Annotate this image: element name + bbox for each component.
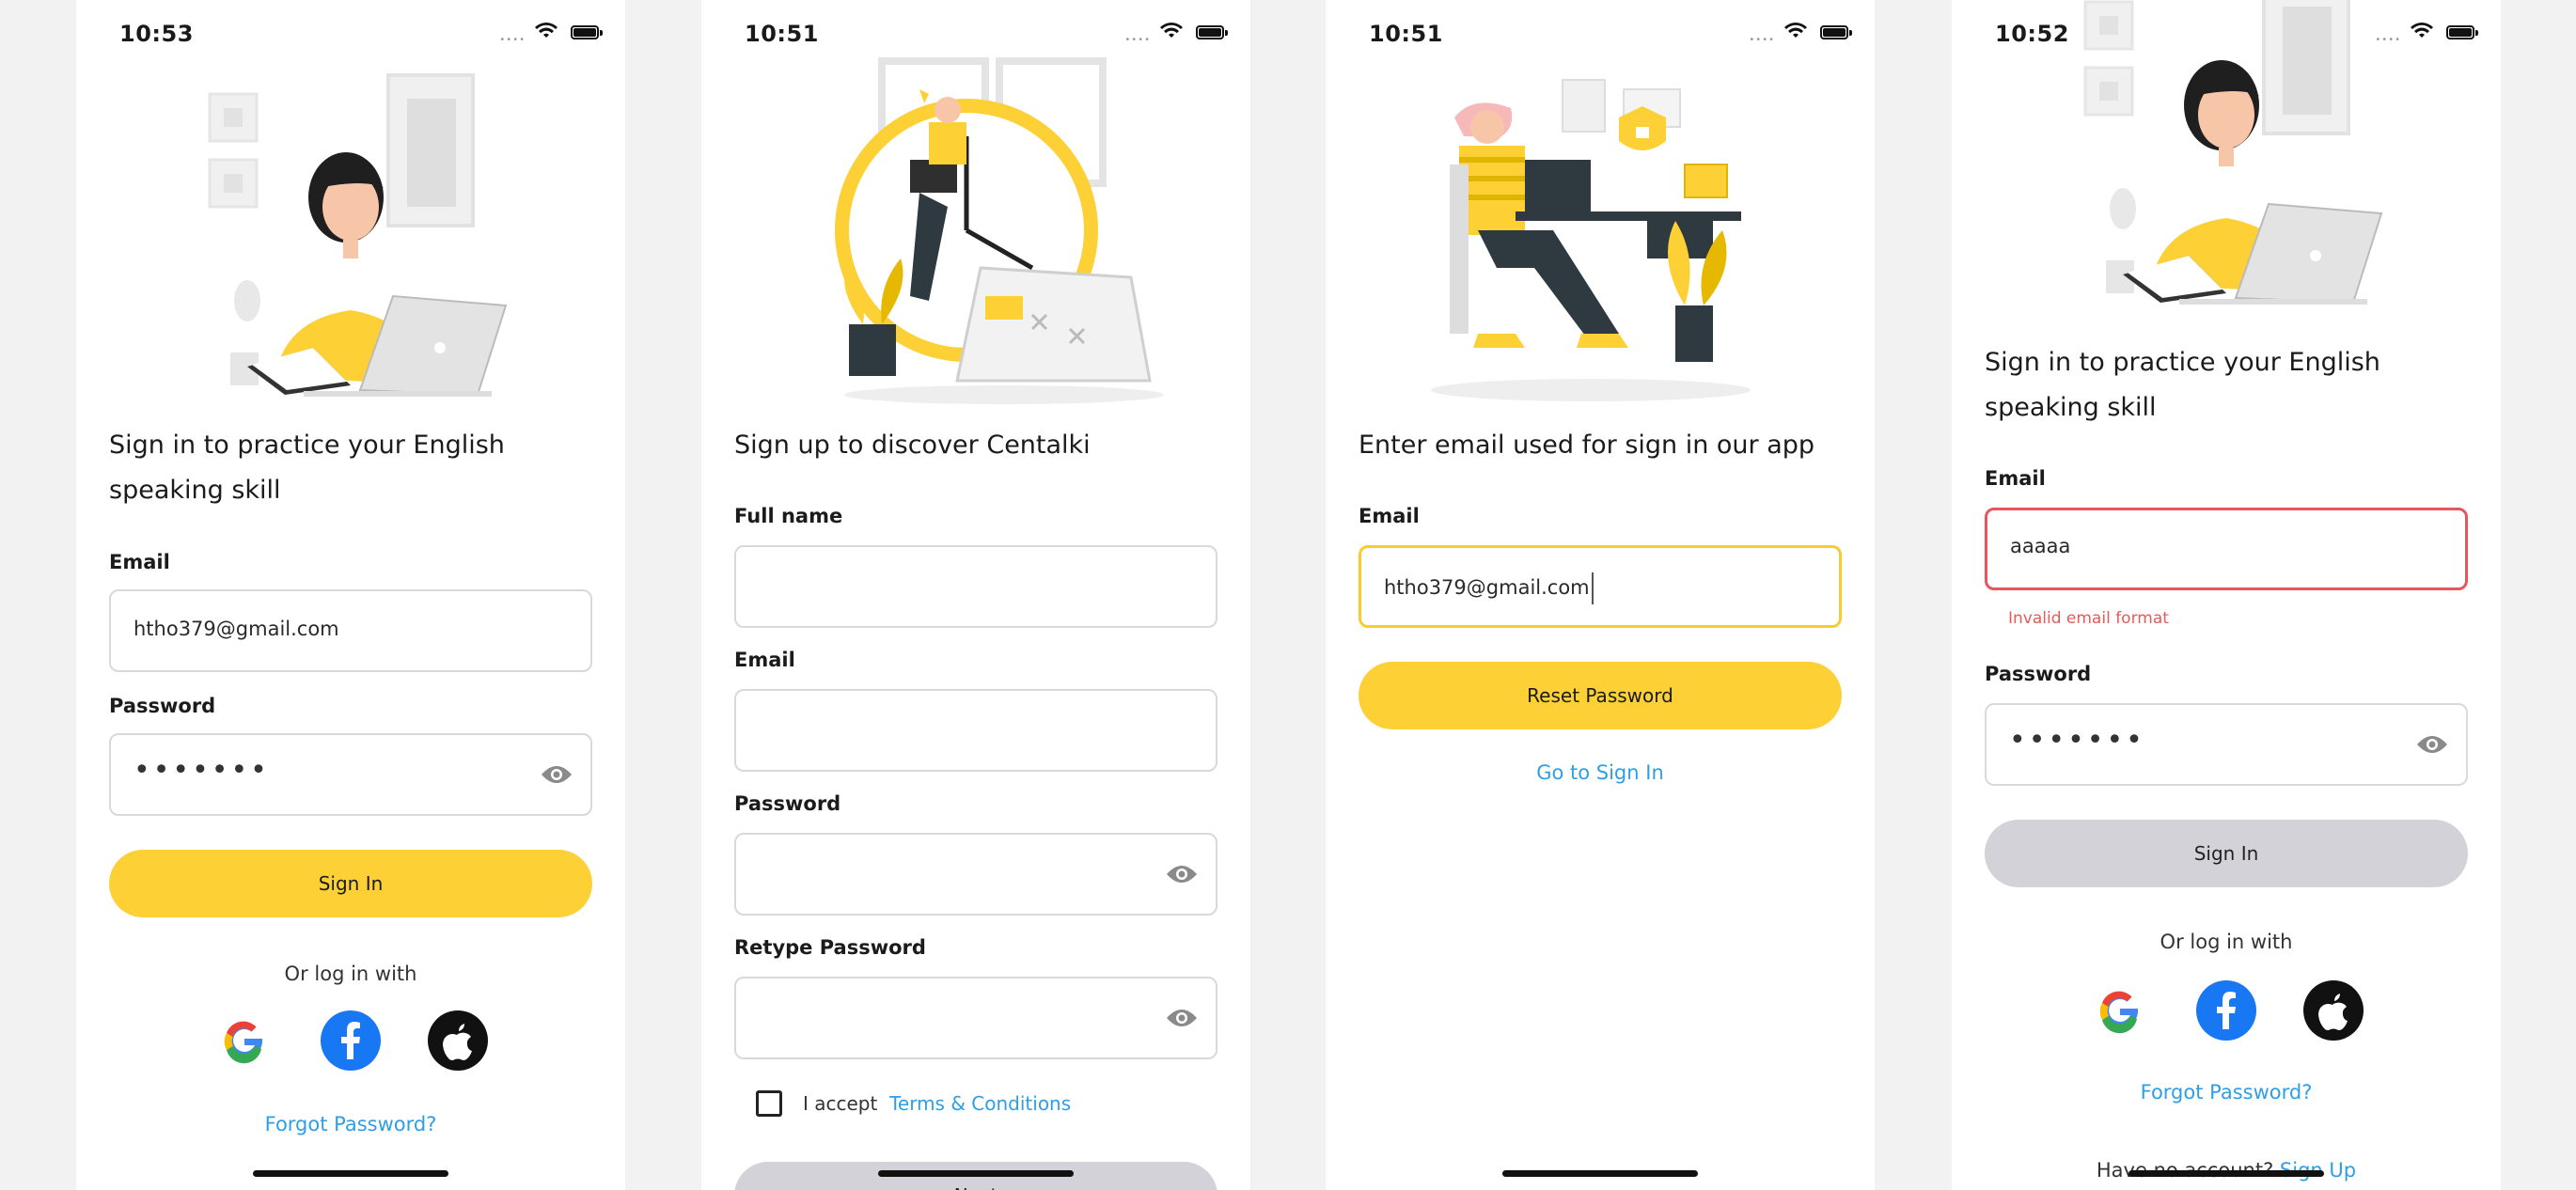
status-time: 10:51	[1369, 21, 1443, 47]
sign-up-screen: 10:51 •••• Sign up to discover Centalki …	[701, 0, 1250, 1190]
password-label: Password	[1985, 663, 2092, 685]
retype-password-field[interactable]	[734, 977, 1217, 1059]
go-to-sign-in-text: Go to Sign In	[1536, 761, 1664, 784]
password-field[interactable]: •••••••	[1985, 703, 2468, 786]
battery-icon	[2446, 25, 2478, 39]
battery-icon	[571, 25, 603, 39]
google-icon[interactable]	[2089, 980, 2149, 1041]
terms-checkbox[interactable]	[756, 1090, 782, 1117]
clock-calendar-illustration	[701, 52, 1250, 409]
status-bar: 10:52 ••••	[1952, 0, 2501, 68]
reset-password-button[interactable]: Reset Password	[1359, 662, 1842, 729]
full-name-field[interactable]	[734, 545, 1217, 628]
status-time: 10:51	[745, 21, 819, 47]
facebook-icon[interactable]	[321, 1010, 381, 1071]
password-field[interactable]: •••••••	[109, 733, 592, 816]
battery-icon	[1820, 25, 1852, 39]
password-label: Password	[734, 792, 841, 815]
home-indicator[interactable]	[1502, 1170, 1698, 1177]
terms-link[interactable]: Terms & Conditions	[889, 1092, 1071, 1115]
password-value: •••••••	[134, 754, 270, 787]
signal-icon: ••••	[1749, 35, 1775, 45]
email-field[interactable]: htho379@gmail.com	[1359, 545, 1842, 628]
forgot-password-link[interactable]: Forgot Password?	[76, 1113, 625, 1135]
home-indicator[interactable]	[878, 1170, 1074, 1177]
wifi-icon	[535, 23, 558, 43]
wifi-icon	[2411, 23, 2433, 43]
forgot-password-screen: 10:51 •••• Enter email used for sign in …	[1326, 0, 1875, 1190]
eye-icon[interactable]	[2415, 733, 2449, 759]
reading-woman-illustration	[76, 66, 625, 404]
forgot-password-text: Forgot Password?	[264, 1113, 437, 1135]
google-icon[interactable]	[213, 1010, 274, 1071]
email-error-message: Invalid email format	[2008, 609, 2169, 628]
email-field[interactable]	[734, 689, 1217, 772]
text-cursor	[1591, 572, 1594, 604]
email-value: htho379@gmail.com	[1384, 576, 1590, 599]
email-label: Email	[1359, 505, 1420, 527]
sign-in-screen: 10:53 •••• Sign in to practice your Engl…	[76, 0, 625, 1190]
email-label: Email	[1985, 467, 2046, 490]
email-field[interactable]: htho379@gmail.com	[109, 589, 592, 672]
forgot-password-link[interactable]: Forgot Password?	[1952, 1081, 2501, 1104]
page-title: Sign up to discover Centalki	[734, 431, 1091, 460]
wifi-icon	[1160, 23, 1183, 43]
email-value: htho379@gmail.com	[134, 618, 339, 640]
facebook-icon[interactable]	[2196, 980, 2256, 1041]
eye-icon[interactable]	[1165, 1007, 1199, 1033]
status-time: 10:52	[1995, 21, 2069, 47]
sign-in-error-screen: 10:52 •••• Sign in to practice your Engl…	[1952, 0, 2501, 1190]
accept-label: I accept	[803, 1092, 878, 1115]
email-label: Email	[734, 649, 795, 671]
forgot-password-text: Forgot Password?	[2140, 1081, 2313, 1104]
battery-icon	[1196, 25, 1228, 39]
sign-in-button[interactable]: Sign In	[1985, 820, 2468, 887]
or-log-in-text: Or log in with	[284, 963, 417, 985]
signal-icon: ••••	[1124, 35, 1151, 45]
full-name-label: Full name	[734, 505, 843, 527]
apple-icon[interactable]	[2303, 980, 2364, 1041]
signal-icon: ••••	[2375, 35, 2401, 45]
password-value: •••••••	[2009, 724, 2145, 757]
apple-icon[interactable]	[428, 1010, 488, 1071]
password-label: Password	[109, 695, 216, 717]
page-title: Sign in to practice your English speakin…	[1985, 348, 2380, 422]
home-indicator[interactable]	[2128, 1170, 2324, 1177]
page-title: Enter email used for sign in our app	[1359, 431, 1815, 460]
status-time: 10:53	[119, 21, 194, 47]
status-bar: 10:51 ••••	[1326, 0, 1875, 68]
go-to-sign-in-link[interactable]: Go to Sign In	[1326, 761, 1875, 784]
eye-icon[interactable]	[1165, 863, 1199, 889]
signal-icon: ••••	[499, 35, 526, 45]
status-bar: 10:53 ••••	[76, 0, 625, 68]
accept-terms-text: I accept Terms & Conditions	[803, 1092, 1071, 1115]
or-log-in-text: Or log in with	[2160, 931, 2293, 953]
page-title: Sign in to practice your English speakin…	[109, 431, 505, 505]
email-value: aaaaa	[2010, 535, 2071, 557]
email-field[interactable]: aaaaa	[1985, 508, 2468, 590]
security-desk-illustration	[1326, 70, 1875, 409]
eye-icon[interactable]	[540, 763, 573, 790]
wifi-icon	[1784, 23, 1807, 43]
home-indicator[interactable]	[253, 1170, 448, 1177]
sign-in-button[interactable]: Sign In	[109, 850, 592, 917]
email-label: Email	[109, 551, 170, 573]
password-field[interactable]	[734, 833, 1217, 916]
retype-password-label: Retype Password	[734, 936, 926, 959]
